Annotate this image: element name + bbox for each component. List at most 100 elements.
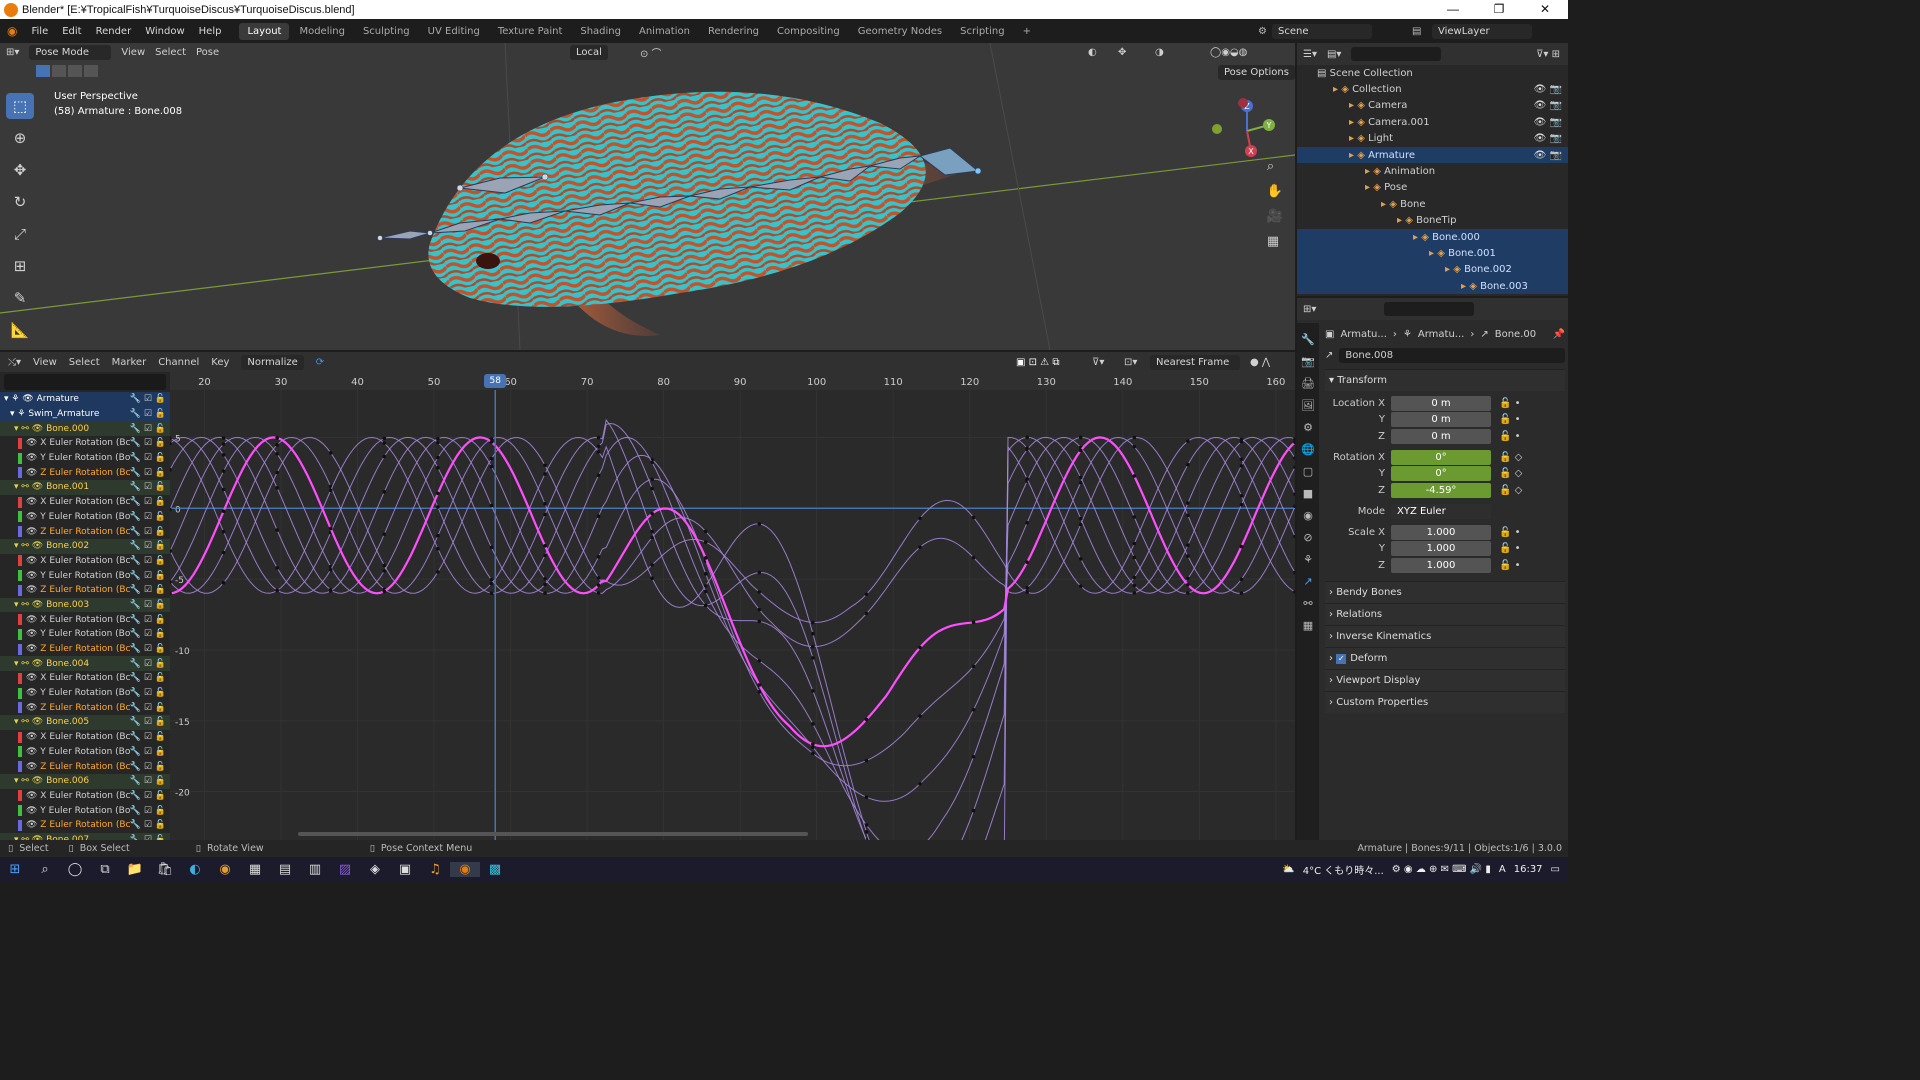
- viewport-display-panel[interactable]: › Viewport Display: [1325, 669, 1565, 691]
- visibility-eye-icon[interactable]: 👁: [26, 688, 40, 698]
- app-icon-1[interactable]: ▦: [240, 862, 270, 877]
- outliner-item[interactable]: ▸ ◈ Collection 👁 📷: [1297, 81, 1568, 97]
- visibility-eye-icon[interactable]: 👁: [26, 497, 40, 507]
- tab-rendering[interactable]: Rendering: [700, 23, 767, 40]
- channel-toggle-icons[interactable]: 🔧 ☑ 🔓: [130, 482, 166, 492]
- channel-fcurve[interactable]: 👁 X Euler Rotation (Bc 🔧 ☑ 🔓: [0, 789, 170, 804]
- channel-fcurve[interactable]: 👁 X Euler Rotation (Bc 🔧 ☑ 🔓: [0, 495, 170, 510]
- visibility-eye-icon[interactable]: 👁 📷: [1534, 150, 1562, 161]
- channel-toggle-icons[interactable]: 🔧 ☑ 🔓: [130, 820, 166, 830]
- outliner-item[interactable]: ▸ ◈ Bone.003: [1297, 278, 1568, 295]
- rotation-z-field[interactable]: -4.59°: [1391, 482, 1491, 498]
- menu-help[interactable]: Help: [192, 26, 229, 37]
- keyframe-icon[interactable]: 🔓 ◇: [1499, 452, 1522, 463]
- visibility-eye-icon[interactable]: 👁: [26, 820, 40, 830]
- filter-icon[interactable]: ⊽▾: [1092, 357, 1104, 368]
- scale-z-field[interactable]: 1.000: [1391, 557, 1491, 573]
- texture-tab-icon[interactable]: ▦: [1303, 619, 1313, 632]
- channel-fcurve[interactable]: 👁 X Euler Rotation (Bc 🔧 ☑ 🔓: [0, 612, 170, 627]
- channel-toggle-icons[interactable]: 🔧 ☑ 🔓: [130, 703, 166, 713]
- visibility-eye-icon[interactable]: 👁: [26, 762, 40, 772]
- current-frame-indicator[interactable]: 58: [484, 374, 507, 388]
- view-layer-tab-icon[interactable]: 🖼: [1301, 399, 1315, 412]
- bone-constraint-tab-icon[interactable]: ⚯: [1303, 597, 1312, 610]
- menu-window[interactable]: Window: [138, 26, 191, 37]
- channel-toggle-icons[interactable]: 🔧 ☑ 🔓: [130, 615, 166, 625]
- pivot-icon[interactable]: ⊙ ⌒: [640, 45, 662, 60]
- channel-toggle-icons[interactable]: 🔧 ☑ 🔓: [130, 717, 166, 727]
- pose-options-dropdown[interactable]: Pose Options: [1218, 65, 1295, 80]
- channel-fcurve[interactable]: 👁 Y Euler Rotation (Bo 🔧 ☑ 🔓: [0, 627, 170, 642]
- visibility-icon[interactable]: ◐: [1088, 47, 1097, 58]
- channel-bone-group[interactable]: ▾ ⚯ 👁 Bone.004 🔧 ☑ 🔓: [0, 656, 170, 672]
- channel-toggle-icons[interactable]: 🔧 ☑ 🔓: [130, 409, 166, 419]
- channel-toggle-icons[interactable]: 🔧 ☑ 🔓: [130, 453, 166, 463]
- channel-fcurve[interactable]: 👁 Z Euler Rotation (Bc 🔧 ☑ 🔓: [0, 583, 170, 598]
- select-box-tool-icon[interactable]: ⬚: [6, 93, 34, 119]
- proportional-edit-icon[interactable]: ● ⋀: [1250, 357, 1270, 368]
- fcurve-area[interactable]: 20 30 40 50 60 70 80 90 100 110 120 130 140 150 160 5 0-…: [168, 372, 1297, 958]
- channel-fcurve[interactable]: 👁 Y Euler Rotation (Bo 🔧 ☑ 🔓: [0, 803, 170, 818]
- visibility-eye-icon[interactable]: 👁: [26, 629, 40, 639]
- graph-tool-icons[interactable]: ▣ ⊡ ⚠ ⧉: [1016, 357, 1059, 368]
- ortho-grid-icon[interactable]: ▦: [1267, 234, 1283, 249]
- graph-menu-marker[interactable]: Marker: [112, 357, 147, 368]
- outliner-item[interactable]: ▸ ◈ Bone.000: [1297, 228, 1568, 246]
- app-icon-5[interactable]: ▩: [480, 862, 510, 877]
- channel-search-input[interactable]: [4, 374, 166, 390]
- channel-toggle-icons[interactable]: 🔧 ☑ 🔓: [130, 806, 166, 816]
- channel-bone-group[interactable]: ▾ ⚯ 👁 Bone.003 🔧 ☑ 🔓: [0, 597, 170, 613]
- lock-icon[interactable]: 🔓 •: [1499, 543, 1521, 554]
- shading-modes-icon[interactable]: ◯◉◒◍: [1210, 47, 1247, 58]
- channel-toggle-icons[interactable]: 🔧 ☑ 🔓: [130, 571, 166, 581]
- channel-fcurve[interactable]: 👁 Y Euler Rotation (Bo 🔧 ☑ 🔓: [0, 686, 170, 701]
- channel-bone-group[interactable]: ▾ ⚯ 👁 Bone.000 🔧 ☑ 🔓: [0, 421, 170, 437]
- properties-editor[interactable]: ⊞▾ 🔧 📷 🖨 🖼 ⚙ 🌐 ▢ ■ ◉ ⊘ ⚘ ↗ ⚯ ▦ ▣ Armatu.…: [1297, 298, 1568, 843]
- visibility-eye-icon[interactable]: 👁: [26, 468, 40, 478]
- bone-group-icon[interactable]: ▾ ⚯ 👁: [14, 600, 46, 610]
- outliner-item[interactable]: ▸ ◈ Armature 👁 📷: [1297, 146, 1568, 164]
- scene-tab-icon[interactable]: ⚙: [1303, 421, 1313, 434]
- pan-hand-icon[interactable]: ✋: [1267, 184, 1283, 199]
- channel-toggle-icons[interactable]: 🔧 ☑ 🔓: [130, 659, 166, 669]
- keyframe-icon[interactable]: 🔓 ◇: [1499, 468, 1522, 479]
- file-explorer-icon[interactable]: 📁: [120, 862, 150, 877]
- visibility-eye-icon[interactable]: 👁: [26, 571, 40, 581]
- visibility-eye-icon[interactable]: 👁: [26, 615, 40, 625]
- location-z-field[interactable]: 0 m: [1391, 428, 1491, 444]
- outliner-item[interactable]: ▸ ◈ Bone: [1297, 196, 1568, 212]
- keyframe-icon[interactable]: 🔓 ◇: [1499, 485, 1522, 496]
- object-tab-icon[interactable]: ■: [1303, 487, 1313, 500]
- mode-selector[interactable]: Pose Mode: [29, 44, 112, 60]
- visibility-eye-icon[interactable]: 👁: [26, 453, 40, 463]
- edge-icon[interactable]: ◐: [180, 862, 210, 877]
- bone-group-icon[interactable]: ▾ ⚯ 👁: [14, 717, 46, 727]
- app-icon-3[interactable]: ▨: [330, 862, 360, 877]
- lock-icon[interactable]: 🔓 •: [1499, 431, 1521, 442]
- store-icon[interactable]: 🛍: [150, 862, 180, 877]
- tab-texture-paint[interactable]: Texture Paint: [490, 23, 571, 40]
- visibility-eye-icon[interactable]: 👁: [26, 791, 40, 801]
- inverse-kinematics-panel[interactable]: › Inverse Kinematics: [1325, 625, 1565, 647]
- channel-toggle-icons[interactable]: 🔧 ☑ 🔓: [130, 688, 166, 698]
- cursor-tool-icon[interactable]: ⊕: [6, 125, 34, 151]
- select-new-icon[interactable]: [36, 65, 50, 77]
- deform-checkbox[interactable]: ✓: [1336, 653, 1347, 664]
- menu-render[interactable]: Render: [89, 26, 139, 37]
- normalize-toggle[interactable]: Normalize: [241, 354, 304, 370]
- channel-fcurve[interactable]: 👁 X Euler Rotation (Bc 🔧 ☑ 🔓: [0, 730, 170, 745]
- app-icon-2[interactable]: ▤: [270, 862, 300, 877]
- bendy-bones-panel[interactable]: › Bendy Bones: [1325, 581, 1565, 603]
- custom-properties-panel[interactable]: › Custom Properties: [1325, 691, 1565, 713]
- rotation-y-field[interactable]: 0°: [1391, 466, 1491, 481]
- visibility-eye-icon[interactable]: 👁: [26, 527, 40, 537]
- channel-toggle-icons[interactable]: 🔧 ☑ 🔓: [130, 585, 166, 595]
- outliner-item[interactable]: ▸ ◈ Bone.001: [1297, 245, 1568, 262]
- world-tab-icon[interactable]: 🌐: [1301, 443, 1315, 456]
- tab-geometry-nodes[interactable]: Geometry Nodes: [850, 23, 950, 40]
- deform-panel[interactable]: › ✓ Deform: [1325, 647, 1565, 669]
- visibility-eye-icon[interactable]: 👁: [26, 747, 40, 757]
- graph-editor-type-icon[interactable]: ⤯▾: [8, 357, 21, 368]
- channel-fcurve[interactable]: 👁 X Euler Rotation (Bc 🔧 ☑ 🔓: [0, 671, 170, 686]
- outliner-item[interactable]: ▸ ◈ BoneTip: [1297, 213, 1568, 229]
